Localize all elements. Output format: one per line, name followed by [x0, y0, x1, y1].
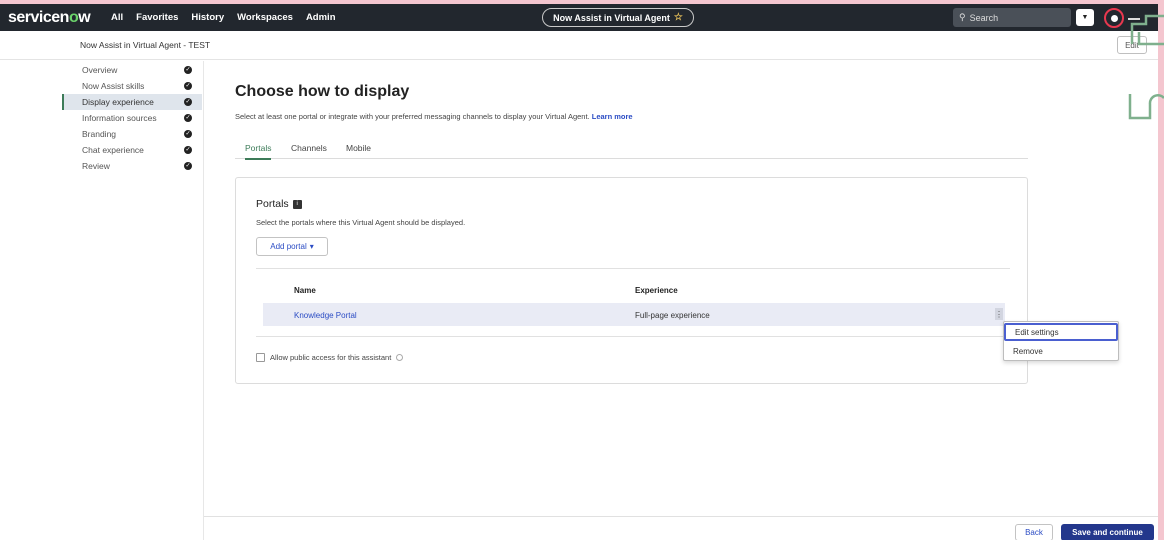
- row-actions-menu: Edit settings Remove: [1003, 321, 1119, 361]
- portal-experience: Full-page experience: [635, 311, 710, 320]
- checkmark-icon: ✓: [184, 146, 192, 154]
- checkmark-icon: ✓: [184, 114, 192, 122]
- star-icon[interactable]: ☆: [674, 12, 683, 23]
- sidebar-divider: [203, 61, 204, 540]
- step-overview[interactable]: Overview ✓: [62, 62, 202, 78]
- search-scope-dropdown[interactable]: ▼: [1076, 9, 1094, 26]
- caret-down-icon: ▼: [1081, 14, 1089, 21]
- column-header-experience[interactable]: Experience: [635, 286, 678, 295]
- tab-channels[interactable]: Channels: [291, 143, 327, 153]
- nav-all[interactable]: All: [111, 12, 123, 23]
- page-breadcrumb-title: Now Assist in Virtual Agent - TEST: [80, 40, 211, 50]
- nav-workspaces[interactable]: Workspaces: [237, 12, 293, 23]
- public-access-label: Allow public access for this assistant: [270, 353, 392, 362]
- learn-more-link[interactable]: Learn more: [592, 112, 633, 121]
- menu-item-remove[interactable]: Remove: [1004, 342, 1118, 360]
- back-button[interactable]: Back: [1015, 524, 1053, 540]
- divider: [256, 268, 1010, 269]
- step-chat-experience[interactable]: Chat experience ✓: [62, 142, 202, 158]
- servicenow-logo[interactable]: servicenow: [8, 9, 103, 27]
- step-branding[interactable]: Branding ✓: [62, 126, 202, 142]
- step-information-sources[interactable]: Information sources ✓: [62, 110, 202, 126]
- step-display-experience[interactable]: Display experience ✓: [62, 94, 202, 110]
- checkmark-icon: ✓: [184, 98, 192, 106]
- help-icon[interactable]: [396, 354, 404, 361]
- nav-admin[interactable]: Admin: [306, 12, 336, 23]
- public-access-checkbox[interactable]: [256, 353, 265, 362]
- page-title: Choose how to display: [235, 83, 410, 100]
- footer-actions: Back Save and continue: [204, 516, 1158, 540]
- checkmark-icon: ✓: [184, 130, 192, 138]
- caret-down-icon: ▾: [309, 242, 314, 251]
- tab-portals[interactable]: Portals: [245, 143, 272, 160]
- portal-name-link[interactable]: Knowledge Portal: [294, 311, 357, 320]
- save-and-continue-button[interactable]: Save and continue: [1061, 524, 1154, 540]
- nav-favorites[interactable]: Favorites: [136, 12, 178, 23]
- table-row[interactable]: Knowledge Portal Full-page experience ⋮: [263, 303, 1005, 326]
- search-icon: ⚲: [959, 12, 966, 22]
- page-content: Now Assist in Virtual Agent - TEST Edit …: [0, 31, 1158, 540]
- step-review[interactable]: Review ✓: [62, 158, 202, 174]
- portals-subtitle: Select the portals where this Virtual Ag…: [256, 218, 466, 227]
- context-pill[interactable]: Now Assist in Virtual Agent ☆: [542, 8, 694, 27]
- checkmark-icon: ✓: [184, 82, 192, 90]
- checkmark-icon: ✓: [184, 162, 192, 170]
- context-pill-label: Now Assist in Virtual Agent: [553, 12, 670, 23]
- public-access-option: Allow public access for this assistant: [256, 353, 404, 362]
- column-header-name[interactable]: Name: [294, 286, 316, 295]
- top-nav-bar: servicenow All Favorites History Workspa…: [0, 4, 1158, 31]
- add-portal-button[interactable]: Add portal ▾: [256, 237, 328, 256]
- notification-icon[interactable]: [1104, 8, 1124, 28]
- global-search[interactable]: ⚲ Search: [953, 8, 1071, 27]
- step-now-assist-skills[interactable]: Now Assist skills ✓: [62, 78, 202, 94]
- nav-history[interactable]: History: [191, 12, 224, 23]
- menu-item-edit-settings[interactable]: Edit settings: [1004, 323, 1118, 341]
- sub-header: Now Assist in Virtual Agent - TEST Edit: [0, 31, 1158, 60]
- checkmark-icon: ✓: [184, 66, 192, 74]
- page-description: Select at least one portal or integrate …: [235, 112, 633, 121]
- portals-card: Portals i Select the portals where this …: [235, 177, 1028, 384]
- search-placeholder: Search: [969, 12, 999, 23]
- portals-heading: Portals i: [256, 198, 302, 210]
- decorative-bracket-icon: [1128, 14, 1164, 120]
- info-icon[interactable]: i: [292, 199, 302, 209]
- tab-mobile[interactable]: Mobile: [346, 143, 371, 153]
- divider: [256, 336, 1010, 337]
- setup-stepper: Overview ✓ Now Assist skills ✓ Display exp…: [62, 62, 202, 174]
- display-tabs: Portals Channels Mobile: [235, 135, 1028, 160]
- row-actions-icon[interactable]: ⋮: [995, 308, 1003, 320]
